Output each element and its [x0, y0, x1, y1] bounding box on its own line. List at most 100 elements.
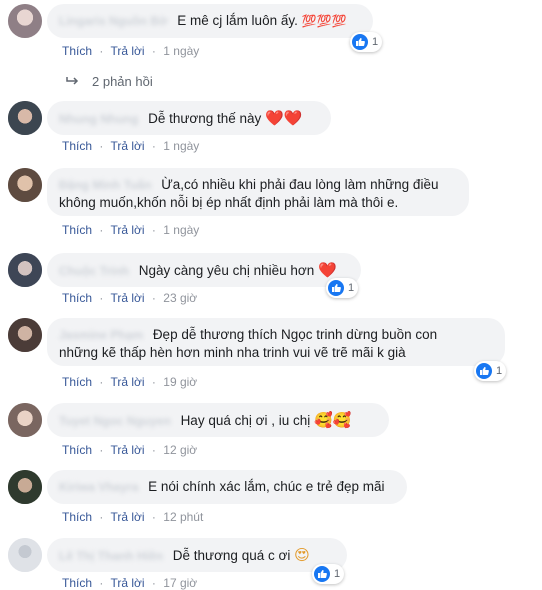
like-link[interactable]: Thích	[62, 443, 92, 457]
comment-time[interactable]: 12 giờ	[163, 443, 197, 457]
avatar[interactable]	[8, 168, 42, 202]
separator: ·	[151, 576, 156, 590]
reply-link[interactable]: Trả lời	[110, 375, 144, 389]
separator: ·	[99, 576, 104, 590]
comment-actions: Thích · Trả lời · 1 ngày	[62, 44, 199, 58]
separator: ·	[151, 223, 156, 237]
reply-link[interactable]: Trả lời	[110, 443, 144, 457]
comment-bubble: Tuyet Ngoc Nguyen Hay quá chị ơi , iu ch…	[47, 403, 389, 437]
comment-emoji: ❤️❤️	[265, 109, 303, 127]
reaction-count: 1	[334, 568, 341, 580]
comment-bubble: Chuộc Trinh Ngày càng yêu chị nhiều hơn …	[47, 253, 361, 287]
comment-actions: Thích · Trả lời · 1 ngày	[62, 223, 199, 237]
comment-author[interactable]: Nhung Nhung	[59, 110, 138, 128]
separator: ·	[99, 44, 104, 58]
comment-actions: Thích · Trả lời · 12 phút	[62, 510, 203, 524]
like-link[interactable]: Thích	[62, 375, 92, 389]
separator: ·	[151, 510, 156, 524]
comment-text-line2: không muốn,khốn nỗi bị ép nhất định phải…	[59, 195, 399, 210]
like-link[interactable]: Thích	[62, 291, 92, 305]
like-link[interactable]: Thích	[62, 510, 92, 524]
comment-emoji: 🥰🥰	[314, 411, 352, 429]
comment-text: Ngày càng yêu chị nhiều hơn	[138, 263, 315, 278]
comment-author[interactable]: Tuyet Ngoc Nguyen	[59, 412, 171, 430]
reaction-count: 1	[372, 36, 379, 48]
comment-text-line2: những kẽ thấp hèn hơn minh nha trinh vui…	[59, 345, 406, 360]
reply-arrow-icon	[66, 74, 80, 89]
comment-text: Đẹp dễ thương thích Ngọc trinh dừng buồn…	[152, 327, 438, 342]
comment-author[interactable]: Đặng Minh Tuấn	[59, 176, 151, 194]
comment-time[interactable]: 12 phút	[163, 510, 203, 524]
separator: ·	[151, 44, 156, 58]
separator: ·	[99, 139, 104, 153]
comment-time[interactable]: 19 giờ	[163, 375, 197, 389]
reply-link[interactable]: Trả lời	[110, 291, 144, 305]
comment-bubble: Lê Thị Thanh Hiền Dễ thương quá c ơi 😍	[47, 538, 347, 572]
comment-author[interactable]: Jasmine Phạm	[59, 326, 143, 344]
comment-author[interactable]: Kiriwa Vhayra	[59, 478, 138, 496]
reply-link[interactable]: Trả lời	[110, 576, 144, 590]
reaction-badge[interactable]: 1	[350, 32, 383, 52]
comment-time[interactable]: 1 ngày	[163, 139, 199, 153]
like-icon	[328, 280, 344, 296]
reaction-badge[interactable]: 1	[312, 564, 345, 584]
replies-label[interactable]: 2 phản hồi	[92, 74, 153, 89]
comment-text: Dễ thương quá c ơi	[172, 548, 291, 563]
reaction-count: 1	[496, 365, 503, 377]
reply-link[interactable]: Trả lời	[110, 44, 144, 58]
comment-bubble: Lingaris Nguồn Bờ E mê cj lắm luôn ấy. 💯…	[47, 4, 373, 38]
like-link[interactable]: Thích	[62, 44, 92, 58]
comment-bubble: Jasmine Phạm Đẹp dễ thương thích Ngọc tr…	[47, 318, 505, 366]
reaction-badge[interactable]: 1	[474, 361, 507, 381]
separator: ·	[151, 443, 156, 457]
comment-time[interactable]: 23 giờ	[163, 291, 197, 305]
comment-emoji: 😍	[294, 546, 310, 564]
reaction-count: 1	[348, 282, 355, 294]
reaction-badge[interactable]: 1	[326, 278, 359, 298]
comment-actions: Thích · Trả lời · 1 ngày	[62, 139, 199, 153]
like-link[interactable]: Thích	[62, 576, 92, 590]
comment-actions: Thích · Trả lời · 19 giờ	[62, 375, 197, 389]
reply-link[interactable]: Trả lời	[110, 223, 144, 237]
like-icon	[314, 566, 330, 582]
comment-text: Ừa,có nhiều khi phải đau lòng làm những …	[161, 177, 439, 192]
like-link[interactable]: Thích	[62, 223, 92, 237]
comment-actions: Thích · Trả lời · 12 giờ	[62, 443, 197, 457]
separator: ·	[151, 291, 156, 305]
view-replies-link[interactable]: 2 phản hồi	[66, 74, 153, 89]
reply-link[interactable]: Trả lời	[110, 139, 144, 153]
comment-bubble: Kiriwa Vhayra E nói chính xác lắm, chúc …	[47, 470, 407, 504]
avatar[interactable]	[8, 253, 42, 287]
like-icon	[352, 34, 368, 50]
comment-author[interactable]: Lê Thị Thanh Hiền	[59, 547, 163, 565]
like-icon	[476, 363, 492, 379]
separator: ·	[151, 375, 156, 389]
comment-bubble: Nhung Nhung Dễ thương thế này ❤️❤️	[47, 101, 331, 135]
avatar[interactable]	[8, 538, 42, 572]
comment-text: Hay quá chị ơi , iu chị	[180, 413, 311, 428]
comment-text: E mê cj lắm luôn ấy.	[177, 13, 298, 28]
comment-emoji: 💯💯💯	[301, 14, 347, 28]
comment-text: E nói chính xác lắm, chúc e trẻ đẹp mãi	[148, 479, 385, 494]
reply-link[interactable]: Trả lời	[110, 510, 144, 524]
separator: ·	[99, 291, 104, 305]
separator: ·	[99, 375, 104, 389]
separator: ·	[99, 443, 104, 457]
separator: ·	[151, 139, 156, 153]
comment-author[interactable]: Lingaris Nguồn Bờ	[59, 12, 168, 30]
comment-time[interactable]: 1 ngày	[163, 223, 199, 237]
avatar[interactable]	[8, 403, 42, 437]
like-link[interactable]: Thích	[62, 139, 92, 153]
avatar[interactable]	[8, 101, 42, 135]
separator: ·	[99, 510, 104, 524]
avatar[interactable]	[8, 470, 42, 504]
separator: ·	[99, 223, 104, 237]
comment-author[interactable]: Chuộc Trinh	[59, 262, 129, 280]
comment-emoji: ❤️	[318, 261, 337, 279]
avatar[interactable]	[8, 318, 42, 352]
comment-actions: Thích · Trả lời · 23 giờ	[62, 291, 197, 305]
comment-time[interactable]: 17 giờ	[163, 576, 197, 590]
avatar[interactable]	[8, 4, 42, 38]
comment-time[interactable]: 1 ngày	[163, 44, 199, 58]
comment-bubble: Đặng Minh Tuấn Ừa,có nhiều khi phải đau …	[47, 168, 469, 216]
